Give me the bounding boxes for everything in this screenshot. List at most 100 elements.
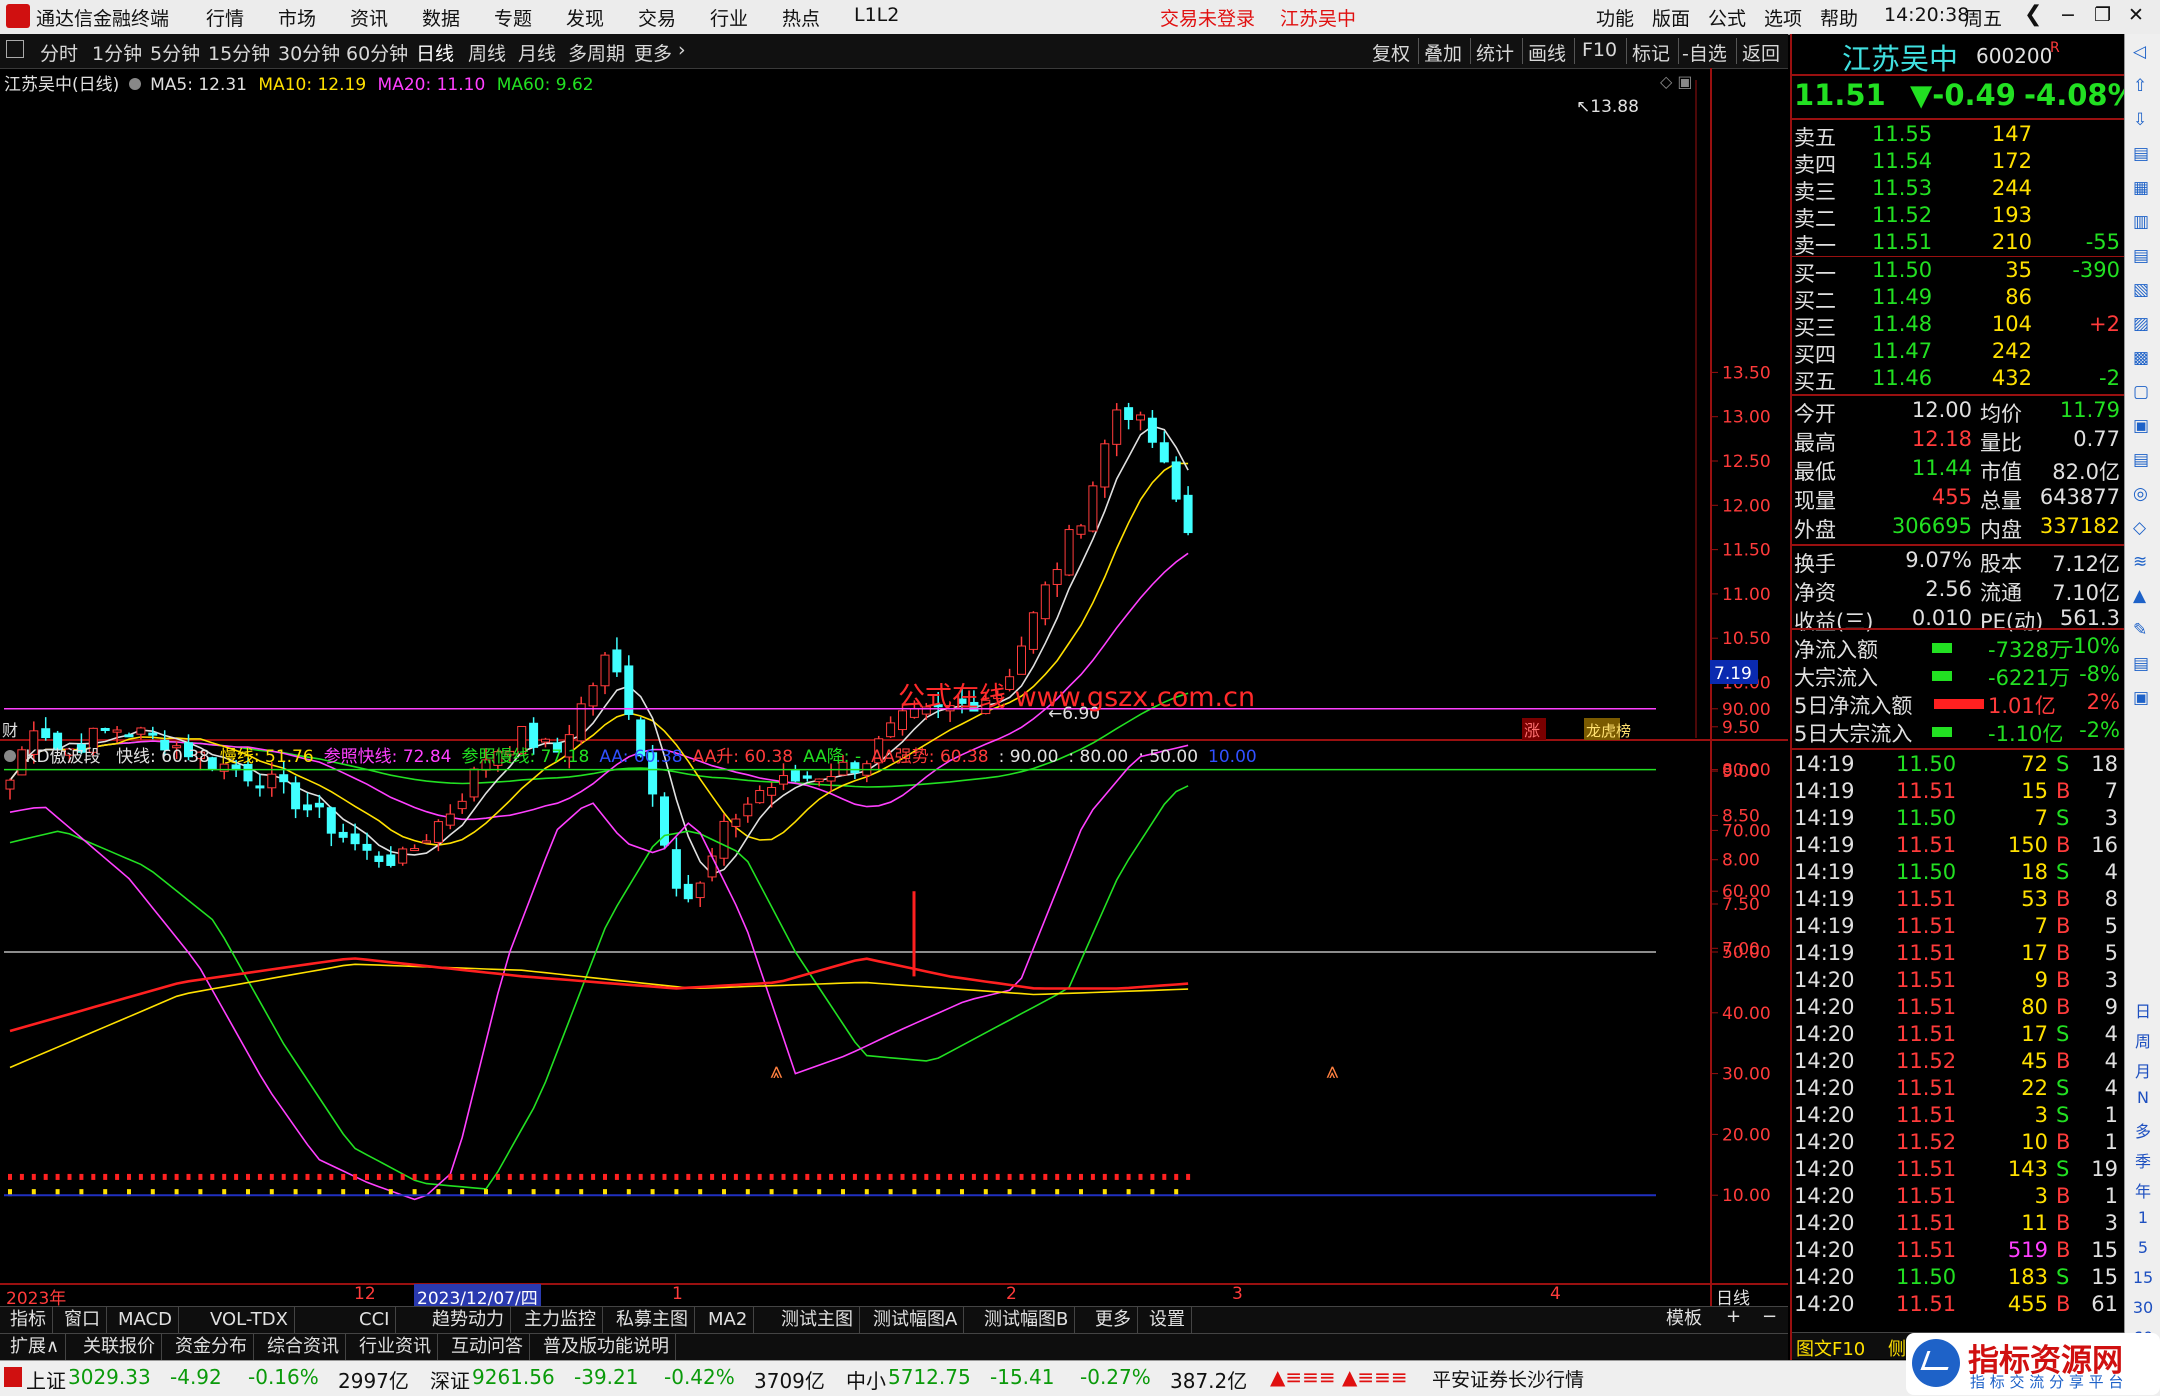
tab-item[interactable]: CCI xyxy=(353,1307,397,1333)
period-weekly[interactable]: 周线 xyxy=(468,39,506,66)
btn-f10[interactable]: F10 xyxy=(1582,39,1617,61)
add-icon[interactable]: + xyxy=(1726,1306,1741,1327)
period-60min[interactable]: 60分钟 xyxy=(346,39,408,66)
period-1min[interactable]: 1分钟 xyxy=(92,39,142,66)
period-side-button[interactable]: N xyxy=(2131,1088,2155,1107)
side-tool-icon[interactable]: ▤ xyxy=(2133,450,2149,470)
btn-fuquan[interactable]: 复权 xyxy=(1372,39,1410,66)
period-side-button[interactable]: 30 xyxy=(2131,1298,2155,1317)
side-tool-icon[interactable]: ◇ xyxy=(2133,518,2146,538)
tab-item[interactable]: 互动问答 xyxy=(445,1334,530,1360)
menu-redian[interactable]: 热点 xyxy=(782,4,820,31)
tab-item[interactable]: 趋势动力 xyxy=(426,1307,511,1333)
remove-icon[interactable]: − xyxy=(1762,1306,1777,1327)
menu-hangqing[interactable]: 行情 xyxy=(206,4,244,31)
chart-collapse-icon[interactable]: ◇ ▣ xyxy=(1660,72,1693,91)
tab-item[interactable]: MA2 xyxy=(702,1307,755,1333)
side-tool-icon[interactable]: ◎ xyxy=(2133,484,2148,504)
btn-diejia[interactable]: 叠加 xyxy=(1424,39,1462,66)
menu-hangye[interactable]: 行业 xyxy=(710,4,748,31)
side-tool-icon[interactable]: ▤ xyxy=(2133,654,2149,674)
side-tool-icon[interactable]: ◁ xyxy=(2133,42,2146,62)
side-tool-icon[interactable]: ▤ xyxy=(2133,246,2149,266)
tab-item[interactable]: 设置 xyxy=(1143,1307,1192,1333)
side-tool-icon[interactable]: ✎ xyxy=(2133,620,2147,640)
tab-item[interactable]: 窗口 xyxy=(58,1307,107,1333)
tab-item[interactable]: 资金分布 xyxy=(169,1334,254,1360)
side-tool-icon[interactable]: ▩ xyxy=(2133,348,2149,368)
period-side-button[interactable]: 5 xyxy=(2131,1238,2155,1257)
close-icon[interactable]: ✕ xyxy=(2128,4,2144,26)
tab-item[interactable]: MACD xyxy=(112,1307,179,1333)
tab-item[interactable]: 更多 xyxy=(1089,1307,1138,1333)
tab-item[interactable]: 主力监控 xyxy=(518,1307,603,1333)
side-tool-icon[interactable]: ▣ xyxy=(2133,688,2149,708)
more-chevron-icon[interactable]: › xyxy=(678,39,686,61)
period-side-button[interactable]: 15 xyxy=(2131,1268,2155,1287)
period-side-button[interactable]: 日 xyxy=(2131,998,2155,1022)
tab-item[interactable]: 行业资讯 xyxy=(353,1334,438,1360)
minimize-icon[interactable]: − xyxy=(2060,4,2076,26)
btn-huaxian[interactable]: 画线 xyxy=(1528,39,1566,66)
menu-zhuanti[interactable]: 专题 xyxy=(494,4,532,31)
side-tool-icon[interactable]: ▢ xyxy=(2133,382,2149,402)
menu-shichang[interactable]: 市场 xyxy=(278,4,316,31)
period-30min[interactable]: 30分钟 xyxy=(278,39,340,66)
period-15min[interactable]: 15分钟 xyxy=(208,39,270,66)
btn-biaoji[interactable]: 标记 xyxy=(1632,39,1670,66)
menu-gongneng[interactable]: 功能 xyxy=(1596,4,1634,31)
menu-xuanxiang[interactable]: 选项 xyxy=(1764,4,1802,31)
side-tool-icon[interactable]: ▨ xyxy=(2133,314,2149,334)
period-side-button[interactable]: 多 xyxy=(2131,1118,2155,1142)
menu-jiaoyi[interactable]: 交易 xyxy=(638,4,676,31)
tab-item[interactable]: 扩展∧ xyxy=(4,1334,67,1360)
btn-fanhui[interactable]: 返回 xyxy=(1742,39,1780,66)
restore-icon[interactable]: ❐ xyxy=(2094,4,2111,26)
period-side-button[interactable]: 周 xyxy=(2131,1028,2155,1052)
template-button[interactable]: 模板 xyxy=(1666,1306,1702,1332)
side-tool-icon[interactable]: ▲ xyxy=(2133,586,2146,606)
tab-f10-graphic[interactable]: 图文F10 xyxy=(1796,1335,1865,1361)
side-tool-icon[interactable]: ▤ xyxy=(2133,144,2149,164)
menu-banmian[interactable]: 版面 xyxy=(1652,4,1690,31)
menu-l1l2[interactable]: L1L2 xyxy=(854,4,899,26)
period-fenshi[interactable]: 分时 xyxy=(40,39,78,66)
tab-item[interactable]: 普及版功能说明 xyxy=(537,1334,676,1360)
period-daily[interactable]: 日线 xyxy=(416,39,454,66)
back-arrow-icon[interactable]: ❮ xyxy=(2024,2,2042,27)
tab-item[interactable]: 指标 xyxy=(4,1307,53,1333)
trade-login-status[interactable]: 交易未登录 xyxy=(1160,4,1255,31)
tab-item[interactable]: 测试主图 xyxy=(775,1307,860,1333)
chart-area[interactable]: 13.50 13.00 12.50 12.00 11.50 11.00 10.50 10.00… xyxy=(0,68,1788,1316)
side-tool-icon[interactable]: ▥ xyxy=(2133,212,2149,232)
period-side-button[interactable]: 月 xyxy=(2131,1058,2155,1082)
side-tool-icon[interactable]: ▣ xyxy=(2133,416,2149,436)
side-tool-icon[interactable]: ▦ xyxy=(2133,178,2149,198)
panel-toggle-icon[interactable] xyxy=(6,40,24,58)
tab-item[interactable]: VOL-TDX xyxy=(204,1307,295,1333)
menu-faxian[interactable]: 发现 xyxy=(566,4,604,31)
menu-zixun[interactable]: 资讯 xyxy=(350,4,388,31)
tab-item[interactable]: 测试幅图B xyxy=(978,1307,1076,1333)
menu-bangzhu[interactable]: 帮助 xyxy=(1820,4,1858,31)
side-tool-icon[interactable]: ▧ xyxy=(2133,280,2149,300)
period-side-button[interactable]: 年 xyxy=(2131,1178,2155,1202)
period-multi[interactable]: 多周期 xyxy=(568,39,625,66)
menu-shuju[interactable]: 数据 xyxy=(422,4,460,31)
side-tool-icon[interactable]: ⇩ xyxy=(2133,110,2147,130)
tab-item[interactable]: 综合资讯 xyxy=(261,1334,346,1360)
period-side-button[interactable]: 季 xyxy=(2131,1148,2155,1172)
period-5min[interactable]: 5分钟 xyxy=(150,39,200,66)
period-side-button[interactable]: 1 xyxy=(2131,1208,2155,1227)
side-tool-icon[interactable]: ≋ xyxy=(2133,552,2147,572)
menu-gongshi[interactable]: 公式 xyxy=(1708,4,1746,31)
tab-item[interactable]: 关联报价 xyxy=(77,1334,162,1360)
period-more[interactable]: 更多 xyxy=(634,39,672,66)
side-tool-icon[interactable]: ⇧ xyxy=(2133,76,2147,96)
tab-item[interactable]: 私募主图 xyxy=(610,1307,695,1333)
btn-tongji[interactable]: 统计 xyxy=(1476,39,1514,66)
tab-item[interactable]: 测试幅图A xyxy=(867,1307,965,1333)
legend-item: : 50.00 xyxy=(1138,747,1199,767)
period-monthly[interactable]: 月线 xyxy=(518,39,556,66)
btn-zixuan[interactable]: -自选 xyxy=(1682,39,1727,66)
